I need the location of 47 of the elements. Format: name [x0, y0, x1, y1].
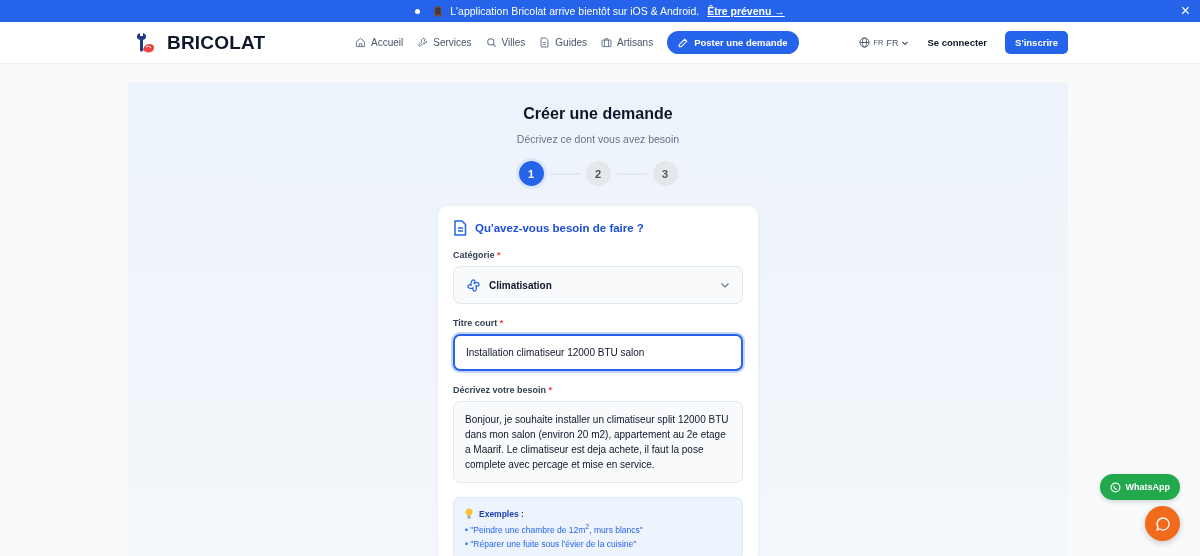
brand-name: BRICOLAT — [167, 31, 266, 54]
nav-link[interactable]: Artisans — [601, 37, 654, 48]
login-button[interactable]: Se connecter — [927, 37, 988, 48]
chat-button[interactable] — [1145, 506, 1180, 541]
chat-bubble-icon — [1154, 515, 1171, 532]
briefcase-icon — [601, 37, 612, 48]
step-indicator: 3 — [652, 161, 678, 186]
field-label: Titre court * — [453, 318, 505, 328]
description-textarea[interactable]: Bonjour, je souhaite installer un climatiseur split 12000 BTU dans mon salon (environ 20 m2), appartement au 2e etage a Maarif. Le climatiseur est deja achete, il faut la pose complete avec percage et mise en service. — [453, 401, 743, 483]
document-icon — [453, 220, 467, 236]
page-title: Créer une demande — [523, 105, 673, 123]
nav-link[interactable]: Accueil — [355, 37, 404, 48]
phone-icon — [434, 5, 443, 17]
nav-link[interactable]: Guides — [539, 37, 587, 48]
post-request-button[interactable]: Poster une demande — [667, 31, 799, 54]
field-label: Catégorie * — [453, 250, 502, 260]
examples-title: Exemples : — [479, 508, 524, 519]
nav-link[interactable]: Villes — [485, 37, 526, 48]
required-mark: * — [499, 318, 504, 328]
wrench-icon — [417, 37, 429, 48]
bullet-icon — [415, 8, 421, 14]
notify-link[interactable]: Être prévenu → — [707, 5, 785, 17]
required-mark: * — [548, 385, 553, 395]
announcement-text: L'application Bricolat arrive bientôt sur iOS & Android. — [450, 5, 700, 17]
pencil-icon — [678, 37, 689, 48]
required-mark: * — [497, 250, 501, 260]
category-select[interactable]: Climatisation — [453, 266, 743, 304]
lightbulb-icon — [465, 508, 473, 519]
close-button[interactable]: × — [1180, 2, 1190, 20]
page-subtitle: Décrivez ce dont vous avez besoin — [516, 133, 680, 145]
example-text: • "Réparer une fuite sous l'évier de la cuisine" — [465, 538, 638, 549]
step-indicator: 2 — [585, 161, 611, 186]
title-input[interactable]: Installation climatiseur 12000 BTU salon — [453, 334, 743, 371]
whatsapp-icon — [1109, 481, 1121, 493]
globe-icon — [859, 37, 871, 48]
chevron-down-icon — [720, 280, 730, 290]
section-heading: Qu'avez-vous besoin de faire ? — [475, 222, 644, 234]
step-indicator: 1 — [518, 161, 544, 186]
document-icon — [539, 37, 551, 48]
fan-icon — [466, 277, 481, 293]
signup-button[interactable]: S'inscrire — [1005, 31, 1068, 54]
home-icon — [355, 37, 366, 48]
example-text: • "Peindre une chambre de 12m$^{2}$, murs blancs" — [465, 523, 644, 535]
search-icon — [485, 37, 497, 48]
logo-icon — [135, 30, 157, 55]
nav-link[interactable]: Services — [417, 37, 472, 48]
field-label: Décrivez votre besoin * — [453, 385, 554, 395]
